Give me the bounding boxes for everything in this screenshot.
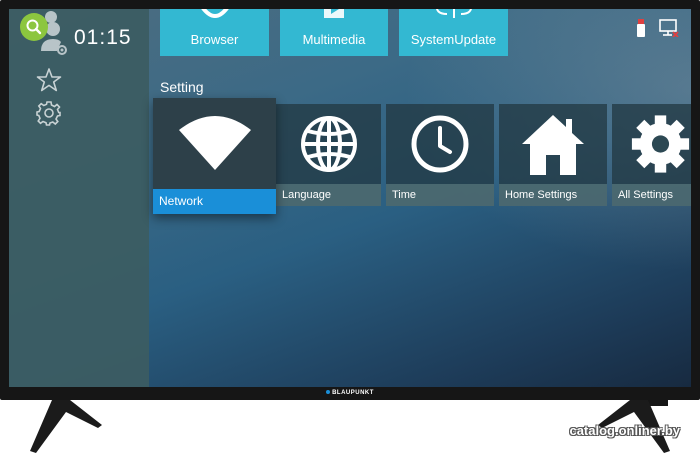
tv-frame: 01:15 Browser Multimedia SystemUpdate Se… — [0, 0, 700, 400]
brand-dot-icon — [326, 390, 331, 395]
usb-icon — [637, 19, 645, 37]
tile-all-settings[interactable]: All Settings — [612, 104, 691, 206]
tile-network-label: Network — [153, 189, 276, 214]
search-button[interactable] — [20, 13, 48, 41]
tile-language[interactable]: Language — [276, 104, 381, 206]
tile-multimedia[interactable]: Multimedia — [280, 9, 388, 56]
section-title: Setting — [160, 79, 204, 95]
clock: 01:15 — [74, 26, 132, 49]
tile-system-update[interactable]: SystemUpdate — [399, 9, 508, 56]
star-icon[interactable] — [36, 67, 62, 93]
watermark: catalog.onliner.by — [569, 423, 680, 438]
home-icon — [522, 115, 584, 175]
tile-time-label: Time — [386, 184, 494, 206]
tile-browser[interactable]: Browser — [160, 9, 269, 56]
tile-multimedia-label: Multimedia — [302, 32, 366, 47]
tile-all-settings-label: All Settings — [612, 184, 691, 206]
tile-browser-label: Browser — [190, 32, 239, 47]
tile-home-settings[interactable]: Home Settings — [499, 104, 607, 206]
browser-icon — [200, 9, 229, 18]
tv-screen: 01:15 Browser Multimedia SystemUpdate Se… — [9, 9, 691, 387]
tv-stand-left — [30, 400, 102, 453]
clock-icon — [411, 115, 469, 173]
search-icon — [26, 19, 42, 35]
system-update-icon — [435, 9, 472, 18]
multimedia-icon — [324, 9, 344, 18]
wifi-icon — [178, 116, 251, 170]
tile-language-label: Language — [276, 184, 381, 206]
globe-icon — [300, 116, 357, 172]
tv-brand-logo: BLAUPUNKT — [0, 390, 700, 396]
tile-network[interactable]: Network — [153, 98, 276, 214]
sidebar: 01:15 — [9, 9, 149, 387]
tile-system-update-label: SystemUpdate — [410, 32, 497, 47]
brand-text: BLAUPUNKT — [332, 390, 374, 396]
tile-time[interactable]: Time — [386, 104, 494, 206]
gear-icon — [631, 115, 690, 173]
status-icons — [637, 19, 679, 37]
tile-home-settings-label: Home Settings — [499, 184, 607, 206]
network-disconnected-icon — [659, 19, 679, 37]
settings-gear-icon[interactable] — [36, 100, 62, 126]
